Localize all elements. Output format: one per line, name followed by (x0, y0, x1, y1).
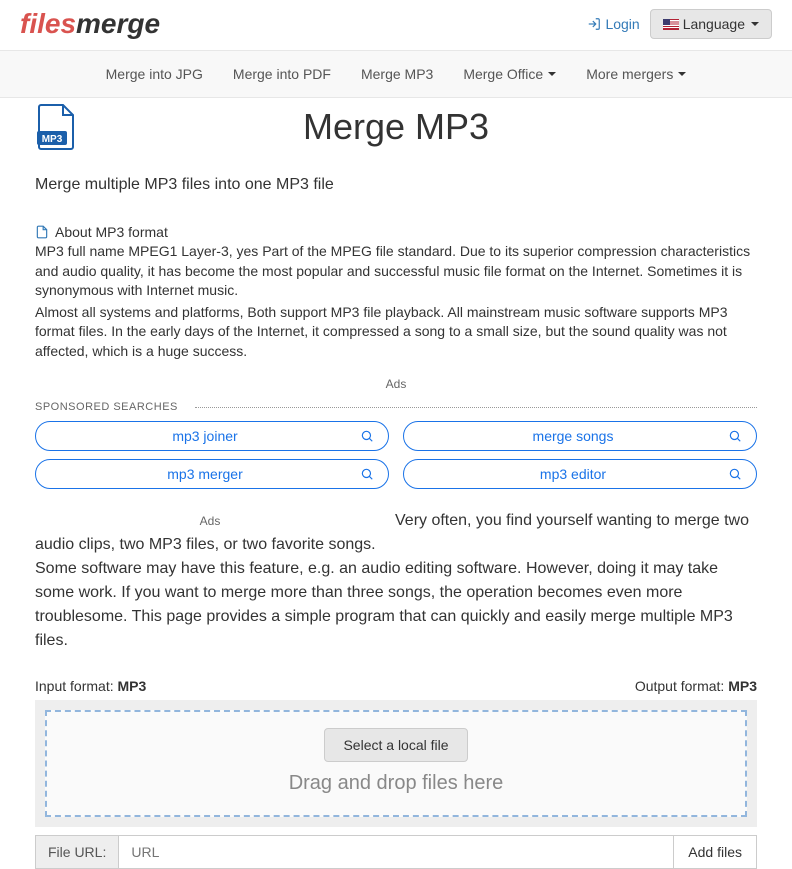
page-subtitle: Merge multiple MP3 files into one MP3 fi… (35, 176, 757, 194)
about-text-1: MP3 full name MPEG1 Layer-3, yes Part of… (35, 242, 757, 301)
body-text-2: Some software may have this feature, e.g… (35, 560, 733, 649)
about-text-2: Almost all systems and platforms, Both s… (35, 303, 757, 362)
nav-merge-jpg[interactable]: Merge into JPG (106, 66, 203, 82)
sponsored-link-mp3-joiner[interactable]: mp3 joiner (35, 421, 389, 451)
logo-right: merge (76, 8, 160, 39)
mp3-file-icon: MP3 (35, 103, 77, 151)
sponsored-title: SPONSORED SEARCHES (35, 401, 757, 413)
ads-label-top: Ads (35, 377, 757, 391)
flag-icon (663, 19, 679, 30)
login-icon (587, 17, 601, 31)
drag-text: Drag and drop files here (57, 772, 735, 795)
sponsored-link-merge-songs[interactable]: merge songs (403, 421, 757, 451)
svg-text:MP3: MP3 (42, 134, 63, 145)
ads-label-left: Ads (35, 509, 385, 530)
dropzone[interactable]: Select a local file Drag and drop files … (45, 710, 747, 817)
file-icon (35, 224, 49, 240)
logo[interactable]: filesmerge (20, 8, 160, 40)
search-icon (728, 429, 742, 443)
nav-merge-office[interactable]: Merge Office (463, 66, 556, 82)
output-format: Output format: MP3 (635, 678, 757, 694)
sponsored-link-mp3-editor[interactable]: mp3 editor (403, 459, 757, 489)
language-button[interactable]: Language (650, 9, 772, 39)
nav-more-mergers[interactable]: More mergers (586, 66, 686, 82)
nav-merge-mp3[interactable]: Merge MP3 (361, 66, 433, 82)
about-heading: About MP3 format (35, 224, 757, 240)
caret-down-icon (678, 72, 686, 76)
search-icon (360, 467, 374, 481)
nav-merge-pdf[interactable]: Merge into PDF (233, 66, 331, 82)
caret-down-icon (548, 72, 556, 76)
login-link[interactable]: Login (587, 16, 639, 32)
input-format: Input format: MP3 (35, 678, 146, 694)
select-file-button[interactable]: Select a local file (324, 728, 467, 762)
search-icon (360, 429, 374, 443)
sponsored-link-mp3-merger[interactable]: mp3 merger (35, 459, 389, 489)
logo-left: files (20, 8, 76, 39)
caret-down-icon (751, 22, 759, 26)
page-title: Merge MP3 (35, 106, 757, 148)
search-icon (728, 467, 742, 481)
navbar: Merge into JPG Merge into PDF Merge MP3 … (0, 50, 792, 98)
